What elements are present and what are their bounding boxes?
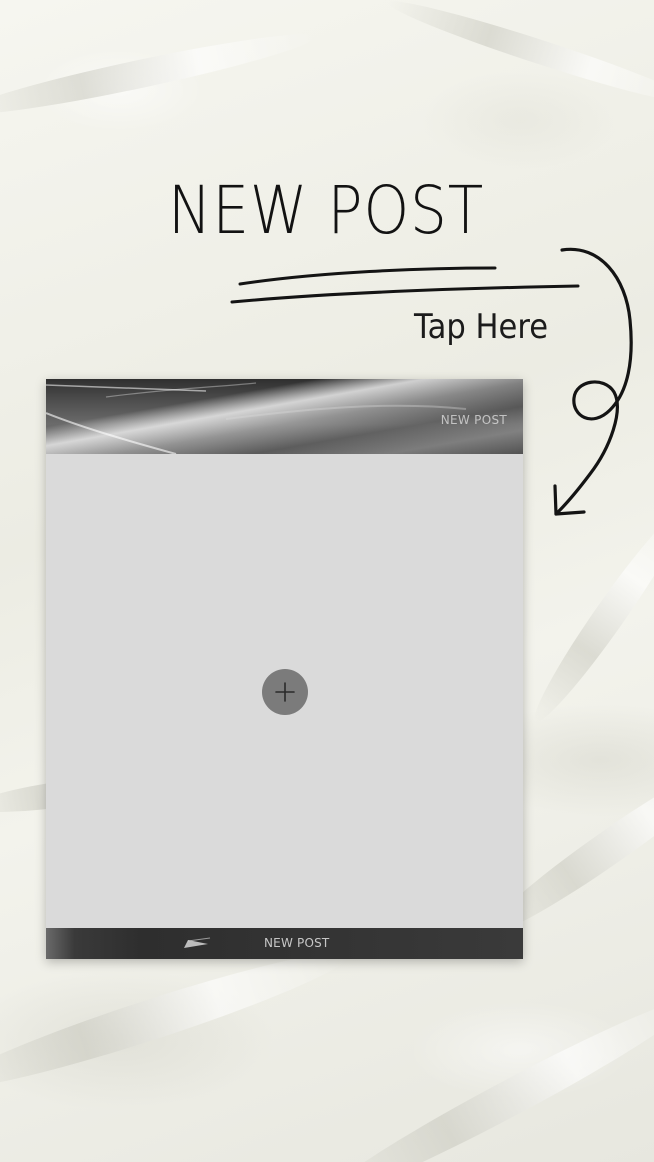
story-canvas: NEW POST Tap Here NEW POST NEW POST [0,0,654,1162]
fabric-fold [316,983,654,1162]
swoosh-icon [184,937,211,948]
fabric-fold [0,22,319,126]
fabric-fold [523,499,654,731]
headline-title: NEW POST [168,172,485,249]
fabric-fold [384,0,654,113]
mock-post-card[interactable]: NEW POST NEW POST [46,379,523,959]
tap-here-label: Tap Here [414,307,549,347]
post-header-label: NEW POST [440,413,507,427]
fabric-fold [0,936,356,1104]
post-header-image: NEW POST [46,379,523,454]
post-footer-bar: NEW POST [46,928,523,959]
media-placeholder[interactable] [46,454,523,928]
plus-icon [275,682,295,702]
post-footer-label: NEW POST [264,936,330,950]
underline-doodle-icon [238,266,497,286]
add-media-button[interactable] [262,669,308,715]
